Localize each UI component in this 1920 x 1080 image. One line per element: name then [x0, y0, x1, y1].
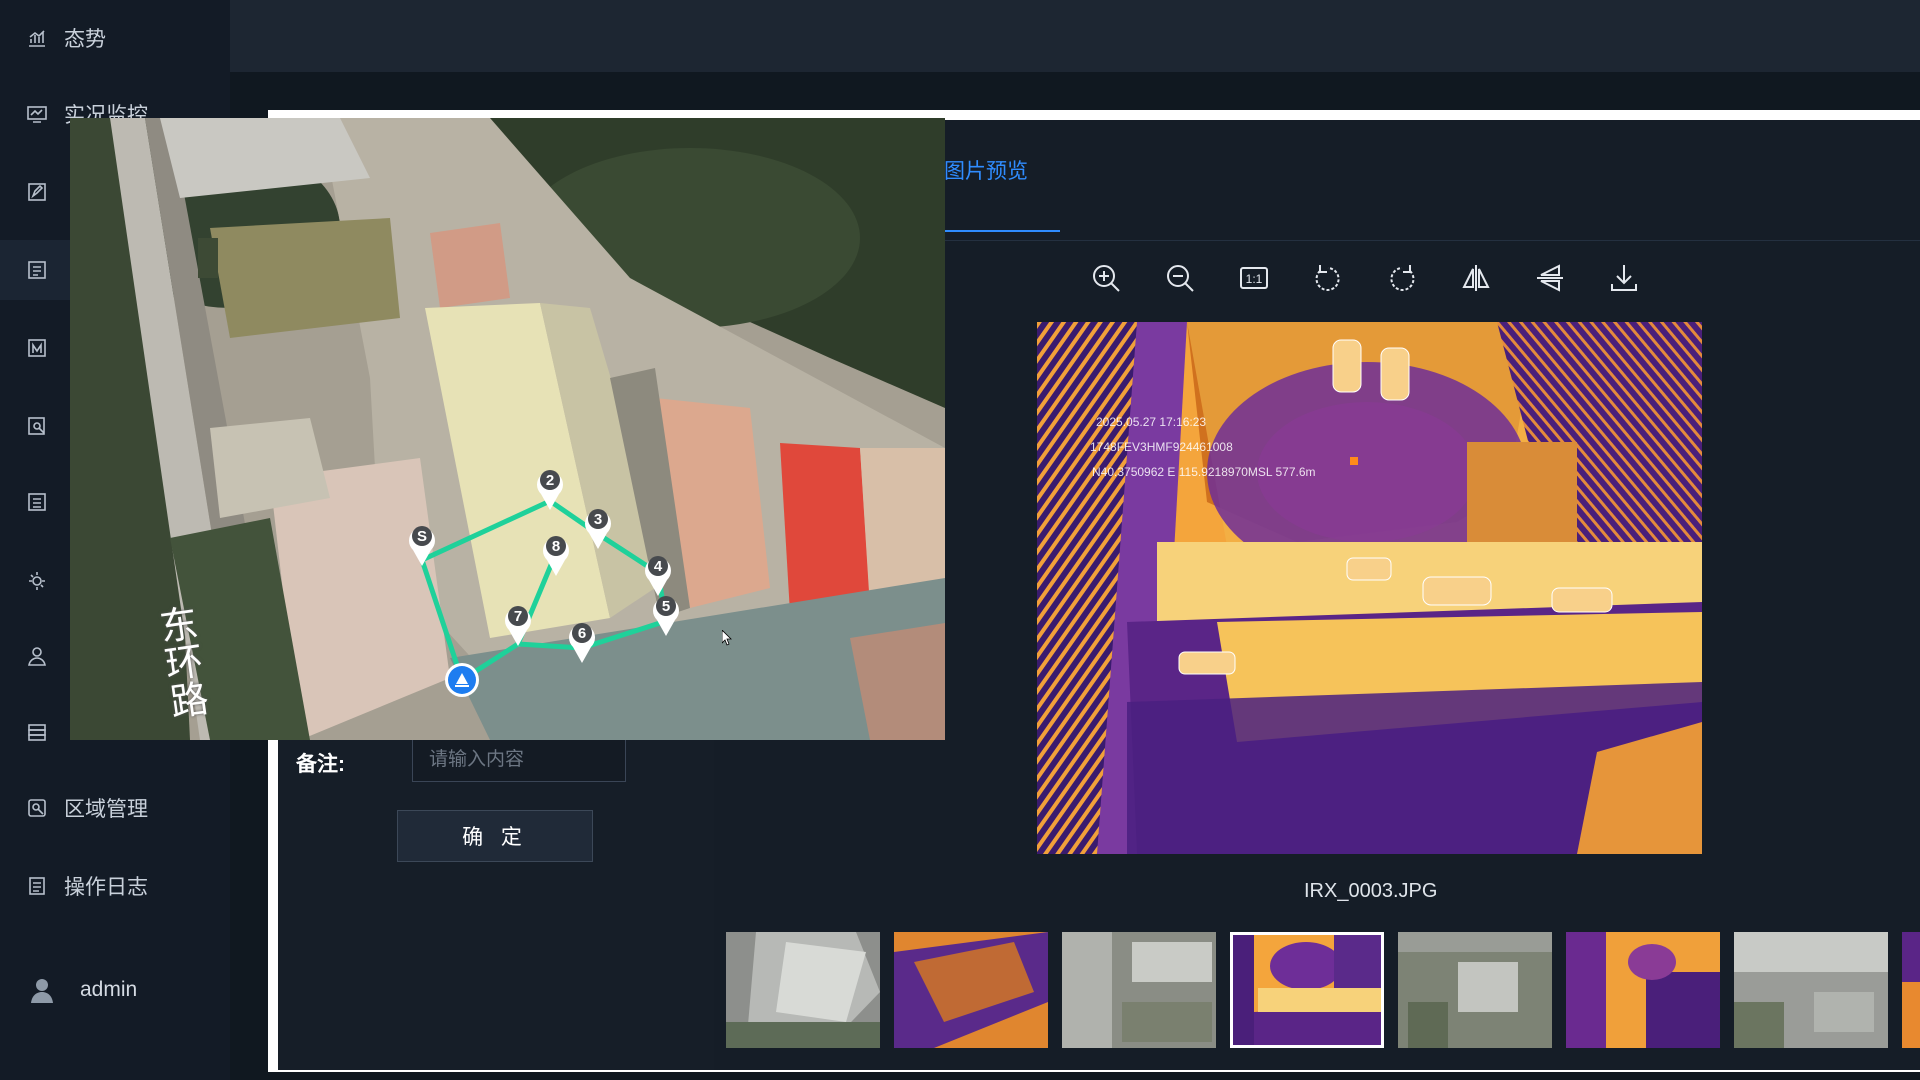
image-filename: IRX_0003.JPG: [1304, 880, 1438, 902]
svg-text:6: 6: [578, 625, 586, 642]
chart-icon: [26, 27, 48, 49]
route-map[interactable]: S 2 3 4 5 6 7 8: [70, 118, 945, 740]
server-icon: [26, 721, 48, 743]
search-doc-icon: [26, 415, 48, 437]
svg-text:4: 4: [654, 558, 663, 575]
svg-text:3: 3: [594, 511, 602, 528]
remark-input[interactable]: [412, 738, 626, 782]
download-icon: [1611, 265, 1637, 291]
flip-vertical-button[interactable]: [1534, 258, 1566, 298]
preview-image[interactable]: [1037, 322, 1702, 854]
monitor-icon: [26, 103, 48, 125]
settings-icon: [26, 569, 48, 591]
zoom-out-button[interactable]: [1164, 258, 1196, 298]
thumbnail-selected[interactable]: [1230, 932, 1384, 1048]
user-menu[interactable]: admin: [0, 960, 230, 1020]
sidebar-item-area-management[interactable]: 区域管理: [0, 778, 230, 838]
remark-label: 备注:: [296, 753, 345, 776]
svg-text:8: 8: [552, 538, 560, 555]
image-toolbar: 1:1: [1090, 258, 1640, 298]
sidebar-item-situation[interactable]: 态势: [0, 8, 230, 68]
svg-text:S: S: [417, 528, 427, 545]
username: admin: [80, 978, 138, 1001]
thumbnail[interactable]: [1062, 932, 1216, 1048]
sidebar-item-label: 态势: [64, 28, 106, 51]
tab-active-indicator: [944, 230, 1060, 232]
download-button[interactable]: [1608, 258, 1640, 298]
list-icon: [26, 259, 48, 281]
home-point-icon: [445, 663, 479, 697]
actual-size-button[interactable]: 1:1: [1238, 258, 1270, 298]
rotate-right-icon: [1390, 265, 1415, 291]
person-icon: [26, 645, 48, 667]
thumbnail[interactable]: [1566, 932, 1720, 1048]
sidebar-item-label: 操作日志: [64, 876, 148, 899]
area-icon: [26, 797, 48, 819]
actual-size-icon: 1:1: [1240, 267, 1268, 289]
sidebar-item-operation-log[interactable]: 操作日志: [0, 856, 230, 916]
user-icon: [28, 976, 56, 1004]
image-overlay-device-id: 1748FEV3HMF924461008: [1090, 440, 1233, 454]
svg-text:7: 7: [514, 608, 522, 625]
svg-text:1:1: 1:1: [1246, 272, 1263, 286]
thumbnail[interactable]: [1902, 932, 1920, 1048]
log-icon: [26, 875, 48, 897]
confirm-button[interactable]: 确 定: [397, 810, 593, 862]
thumbnail[interactable]: [894, 932, 1048, 1048]
thumbnail-strip: [726, 932, 1920, 1050]
zoom-in-icon: [1093, 265, 1120, 292]
rotate-right-button[interactable]: [1386, 258, 1418, 298]
mouse-cursor-icon: [722, 630, 732, 646]
zoom-out-icon: [1167, 265, 1194, 292]
top-bar: [230, 0, 1920, 72]
rotate-left-icon: [1315, 265, 1340, 291]
form-icon: [26, 491, 48, 513]
svg-text:5: 5: [662, 598, 670, 615]
rotate-left-button[interactable]: [1312, 258, 1344, 298]
flip-vertical-icon: [1537, 264, 1563, 292]
route-icon: [26, 337, 48, 359]
edit-icon: [26, 181, 48, 203]
image-overlay-coordinates: N40.3750962 E 115.9218970MSL 577.6m: [1092, 465, 1316, 479]
flip-horizontal-button[interactable]: [1460, 258, 1492, 298]
thumbnail[interactable]: [1734, 932, 1888, 1048]
svg-text:2: 2: [546, 472, 554, 489]
thumbnail[interactable]: [1398, 932, 1552, 1048]
image-overlay-timestamp: 2025.05.27 17:16:23: [1096, 415, 1207, 429]
tab-image-preview[interactable]: 图片预览: [944, 155, 1028, 185]
toolbar-divider: [940, 240, 1920, 241]
zoom-in-button[interactable]: [1090, 258, 1122, 298]
thumbnail[interactable]: [726, 932, 880, 1048]
flip-horizontal-icon: [1462, 265, 1490, 291]
sidebar-item-label: 区域管理: [64, 798, 148, 821]
